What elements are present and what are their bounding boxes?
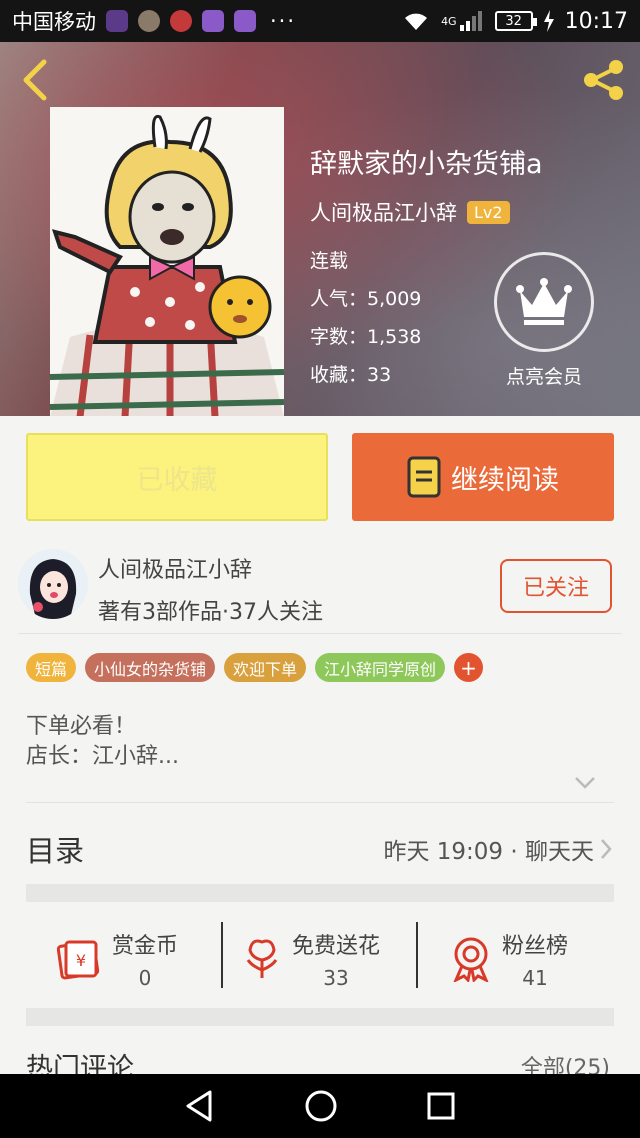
follow-label: 已关注 <box>522 576 589 601</box>
favorited-button[interactable]: 已收藏 <box>26 433 328 521</box>
app-notification-icon <box>138 10 160 32</box>
serial-status: 连载 <box>310 250 349 272</box>
expand-chevron-icon[interactable] <box>574 776 596 790</box>
latest-chapter: 昨天 19:09 · 聊天天 <box>383 839 594 865</box>
more-notifications-icon: ··· <box>270 9 297 33</box>
nav-back-icon[interactable] <box>184 1089 216 1123</box>
latest-chapter-link[interactable]: 昨天 19:09 · 聊天天 <box>383 832 612 866</box>
app-notification-icon <box>170 10 192 32</box>
charging-icon <box>543 10 554 32</box>
tag-item[interactable]: 短篇 <box>26 653 77 682</box>
author-name[interactable]: 人间极品江小辞 <box>98 552 252 584</box>
divider <box>416 922 418 988</box>
word-count-stat: 字数：1,538 <box>310 326 422 348</box>
favorites-stat: 收藏：33 <box>310 364 392 386</box>
chevron-right-icon <box>601 839 612 859</box>
popularity-stat: 人气：5,009 <box>310 288 422 310</box>
continue-reading-button[interactable]: 继续阅读 <box>352 433 614 521</box>
stat-value: 0 <box>138 966 152 990</box>
book-icon <box>407 456 441 498</box>
nav-home-icon[interactable] <box>304 1089 338 1123</box>
stat-label: 粉丝榜 <box>502 934 569 959</box>
stat-label: 赏金币 <box>112 934 179 959</box>
nav-recents-icon[interactable] <box>426 1091 456 1121</box>
add-tag-button[interactable]: + <box>454 653 484 682</box>
tag-item[interactable]: 欢迎下单 <box>224 653 307 682</box>
navigation-bar <box>0 1074 640 1138</box>
divider <box>26 802 614 803</box>
carrier-name: 中国移动 <box>12 10 96 34</box>
app-notification-icon <box>106 10 128 32</box>
clock: 10:17 <box>564 8 628 34</box>
medal-icon <box>453 937 489 982</box>
stat-value: 41 <box>522 966 548 990</box>
tag-list: 短篇 小仙女的杂货铺 欢迎下单 江小辞同学原创 + <box>26 653 484 682</box>
reward-coin-button[interactable]: ¥ 赏金币 0 <box>54 924 178 994</box>
back-icon[interactable] <box>16 58 56 102</box>
follow-button[interactable]: 已关注 <box>500 559 612 613</box>
signal-icon <box>459 11 482 31</box>
tag-item[interactable]: 小仙女的杂货铺 <box>85 653 216 682</box>
share-icon[interactable] <box>580 56 628 104</box>
stat-value: 33 <box>323 966 349 990</box>
flower-icon <box>246 939 278 978</box>
status-bar: 中国移动 ··· 4G 32 10:17 <box>0 0 640 42</box>
crown-icon <box>516 278 572 325</box>
fan-ranking-button[interactable]: 粉丝榜 41 <box>450 924 568 994</box>
wifi-icon <box>405 13 428 30</box>
book-header: 辞默家的小杂货铺a 人间极品江小辞 Lv2 连载 人气：5,009 字数：1,5… <box>0 42 640 416</box>
section-separator <box>26 884 614 902</box>
author-stats: 著有3部作品·37人关注 <box>98 600 323 625</box>
battery-icon: 32 <box>494 11 537 31</box>
tag-item[interactable]: 江小辞同学原创 <box>315 653 446 682</box>
book-description: 下单必看！ 店长：江小辞... <box>26 712 179 772</box>
header-author[interactable]: 人间极品江小辞 Lv2 <box>310 197 510 227</box>
level-badge: Lv2 <box>467 200 510 224</box>
favorited-label: 已收藏 <box>136 464 218 496</box>
stat-label: 免费送花 <box>292 934 381 959</box>
vip-circle <box>494 252 594 352</box>
catalog-title[interactable]: 目录 <box>26 828 84 870</box>
book-title: 辞默家的小杂货铺a <box>310 149 543 180</box>
reward-coin-icon: ¥ <box>56 940 100 980</box>
send-flower-button[interactable]: 免费送花 33 <box>242 924 380 994</box>
section-separator <box>26 1008 614 1026</box>
avatar-illustration <box>18 549 88 619</box>
vip-membership-button[interactable]: 点亮会员 <box>494 252 594 389</box>
network-type: 4G <box>441 14 457 28</box>
description-line: 下单必看！ <box>26 714 137 739</box>
vip-label: 点亮会员 <box>505 366 582 388</box>
author-avatar[interactable] <box>18 549 88 619</box>
description-line: 店长：江小辞... <box>26 744 179 769</box>
book-cover-image[interactable] <box>50 107 284 416</box>
continue-reading-label: 继续阅读 <box>451 464 559 496</box>
cover-illustration <box>50 107 284 416</box>
gallery-notification-icon <box>202 10 224 32</box>
svg-text:¥: ¥ <box>76 951 86 970</box>
battery-level: 32 <box>505 13 522 29</box>
header-author-name[interactable]: 人间极品江小辞 <box>310 197 457 227</box>
divider <box>18 633 622 634</box>
divider <box>221 922 223 988</box>
message-notification-icon <box>234 10 256 32</box>
